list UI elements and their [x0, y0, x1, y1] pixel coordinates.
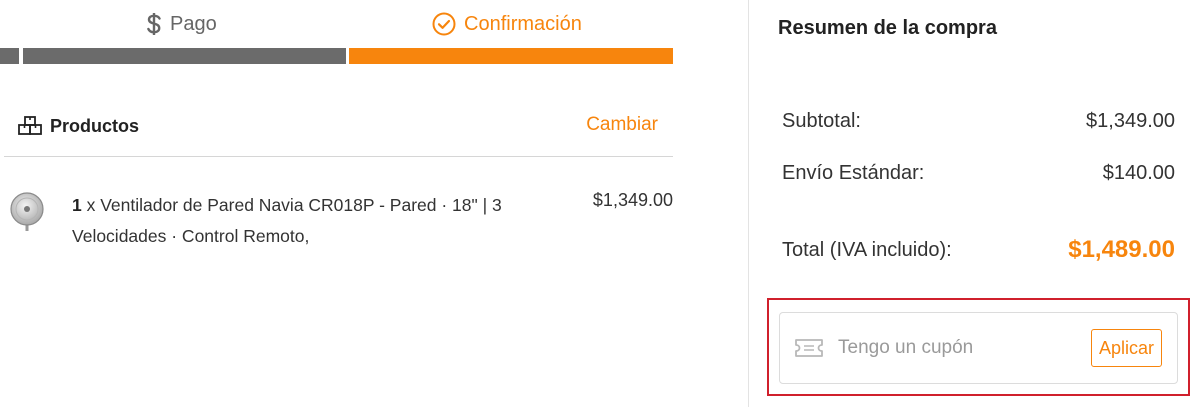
- product-name: Ventilador de Pared Navia CR018P - Pared…: [72, 195, 502, 246]
- total-value: $1,489.00: [1068, 236, 1175, 263]
- change-products-link[interactable]: Cambiar: [586, 114, 658, 136]
- ticket-icon: [794, 337, 824, 359]
- coupon-box: Aplicar: [779, 312, 1178, 384]
- subtotal-row: Subtotal: $1,349.00: [782, 110, 1175, 133]
- product-quantity-separator: x: [81, 195, 101, 215]
- dollar-icon: [146, 12, 162, 36]
- checkout-steps: Pago Confirmación: [0, 0, 673, 66]
- summary-title: Resumen de la compra: [778, 17, 997, 39]
- coupon-input[interactable]: [838, 337, 1068, 359]
- product-price: $1,349.00: [592, 190, 673, 210]
- shipping-row: Envío Estándar: $140.00: [782, 162, 1175, 185]
- subtotal-label: Subtotal:: [782, 110, 861, 132]
- shipping-value: $140.00: [1102, 162, 1175, 184]
- subtotal-value: $1,349.00: [1086, 110, 1175, 132]
- product-item: 1 x Ventilador de Pared Navia CR018P - P…: [8, 186, 673, 256]
- step-pago-label: Pago: [170, 12, 217, 35]
- step-confirmacion-label: Confirmación: [464, 12, 582, 35]
- apply-coupon-button[interactable]: Aplicar: [1090, 329, 1162, 367]
- fan-icon: [8, 191, 46, 235]
- progress-segment-confirmacion: [349, 48, 673, 64]
- total-label: Total (IVA incluido):: [782, 238, 952, 261]
- progress-segment-previous: [0, 48, 19, 64]
- shipping-label: Envío Estándar:: [782, 162, 925, 184]
- products-divider: [4, 156, 673, 157]
- progress-segment-pago: [23, 48, 346, 64]
- step-pago[interactable]: Pago: [146, 12, 217, 36]
- product-quantity: 1: [72, 195, 82, 215]
- checkout-main: Pago Confirmación Productos Cambiar 1 x …: [0, 0, 748, 407]
- check-circle-icon: [432, 12, 456, 36]
- products-title: Productos: [50, 115, 140, 136]
- products-header: Productos Cambiar: [18, 112, 673, 140]
- boxes-icon: [18, 115, 42, 137]
- step-confirmacion[interactable]: Confirmación: [432, 12, 582, 36]
- product-description: 1 x Ventilador de Pared Navia CR018P - P…: [72, 190, 512, 252]
- total-row: Total (IVA incluido): $1,489.00: [782, 236, 1175, 264]
- column-divider: [748, 0, 749, 407]
